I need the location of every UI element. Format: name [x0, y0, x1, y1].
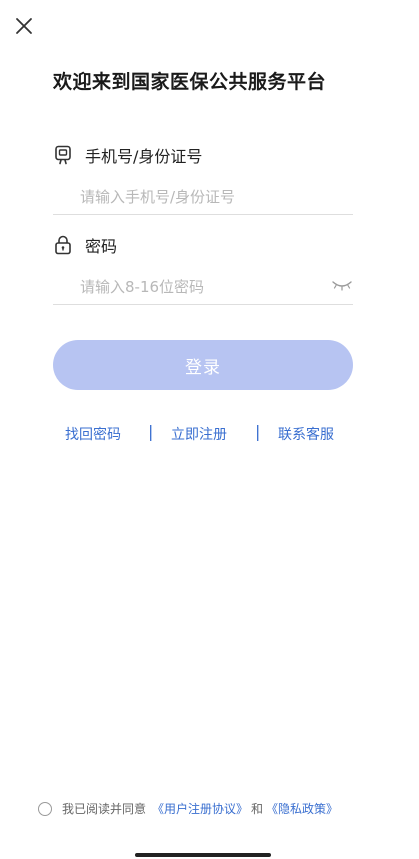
password-input-wrap: [53, 270, 353, 305]
agreement-row: 我已阅读并同意 《用户注册协议》 和 《隐私政策》: [38, 800, 338, 817]
phone-input-wrap: [53, 180, 353, 215]
phone-field-label: 手机号/身份证号: [85, 147, 203, 166]
links-row: 找回密码 | 立即注册 | 联系客服: [53, 422, 353, 444]
user-agreement-link[interactable]: 《用户注册协议》: [152, 800, 248, 817]
close-button[interactable]: [10, 12, 38, 40]
password-field-label: 密码: [85, 237, 118, 256]
privacy-policy-link[interactable]: 《隐私政策》: [266, 800, 338, 817]
lock-icon: [53, 235, 73, 255]
agreement-conjunction: 和: [251, 802, 264, 816]
register-link[interactable]: 立即注册: [171, 424, 227, 444]
link-separator: |: [255, 422, 261, 441]
phone-input[interactable]: [80, 184, 320, 210]
password-field-label-row: 密码: [53, 233, 117, 257]
recover-password-link[interactable]: 找回密码: [65, 424, 121, 444]
page-title: 欢迎来到国家医保公共服务平台: [53, 71, 327, 93]
login-button[interactable]: 登录: [53, 340, 353, 390]
agree-radio[interactable]: [38, 801, 52, 816]
contact-service-link[interactable]: 联系客服: [278, 424, 334, 444]
agreement-prefix: 我已阅读并同意: [62, 802, 147, 816]
phone-field-label-row: 手机号/身份证号: [53, 143, 202, 167]
link-separator: |: [148, 422, 154, 441]
eye-closed-icon[interactable]: [331, 278, 353, 292]
password-input[interactable]: [80, 274, 320, 300]
home-indicator: [135, 853, 271, 857]
phone-icon: [53, 145, 73, 165]
close-icon: [16, 18, 32, 34]
